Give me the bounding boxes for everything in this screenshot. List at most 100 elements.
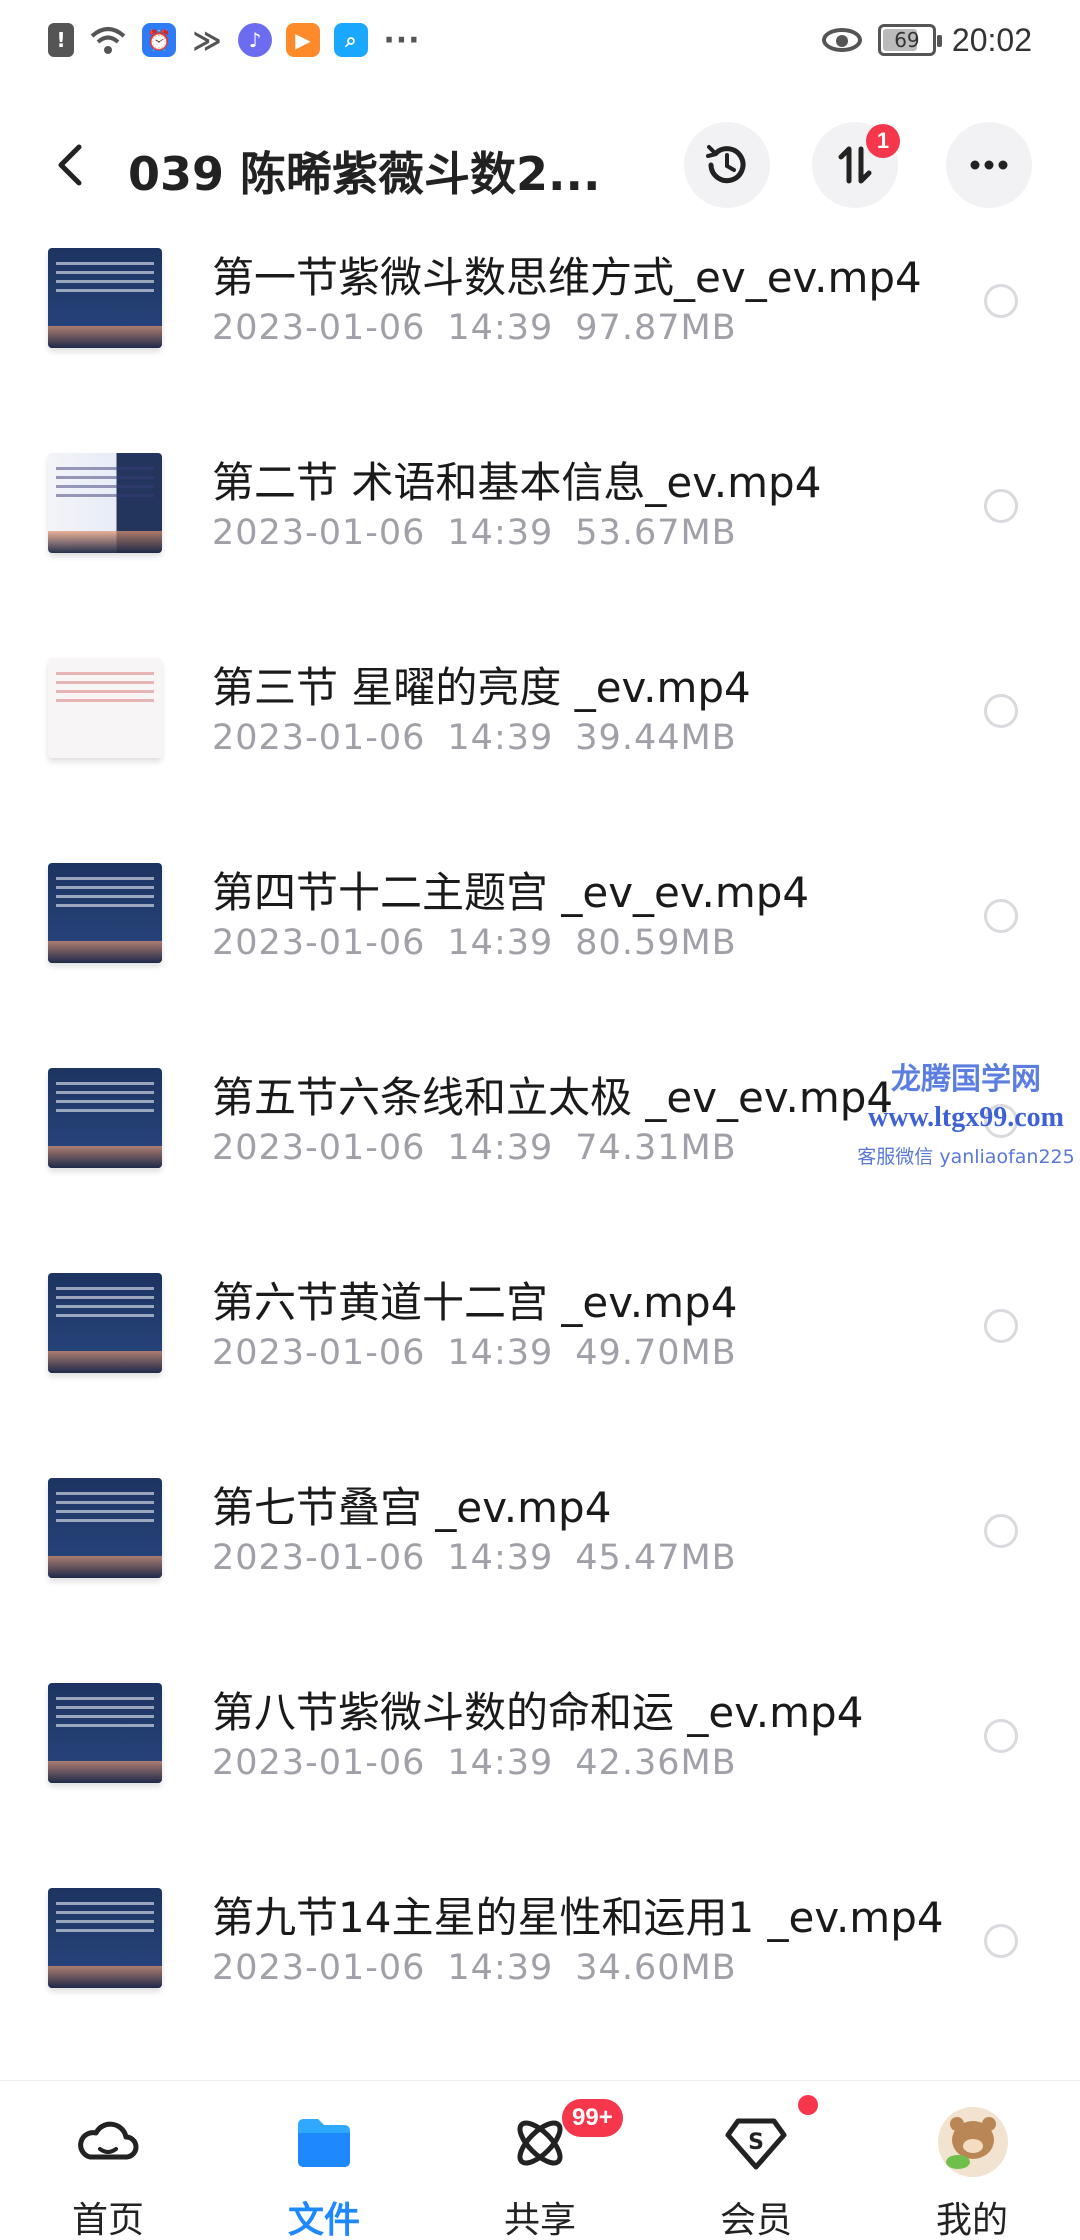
home-cloud-icon bbox=[74, 2109, 142, 2177]
file-time: 14:39 bbox=[447, 1948, 554, 1988]
more-horizontal-icon bbox=[970, 160, 1008, 170]
video-thumbnail bbox=[48, 248, 162, 348]
more-options-button[interactable] bbox=[946, 122, 1032, 208]
file-time: 14:39 bbox=[447, 1743, 554, 1783]
select-radio[interactable] bbox=[984, 489, 1018, 523]
transfer-list-button[interactable]: 1 bbox=[812, 122, 900, 208]
file-date: 2023-01-06 bbox=[212, 718, 426, 758]
file-date: 2023-01-06 bbox=[212, 513, 426, 553]
file-size: 39.44MB bbox=[575, 718, 737, 758]
file-row[interactable]: 第九节14主星的星性和运用1 _ev.mp4 2023-01-06 14:39 34.… bbox=[0, 1850, 1080, 2055]
select-radio[interactable] bbox=[984, 694, 1018, 728]
bottom-nav: 首页 文件 99+ 共享 S 会员 我的 bbox=[0, 2080, 1080, 2240]
file-row[interactable]: 第七节叠宫 _ev.mp4 2023-01-06 14:39 45.47MB bbox=[0, 1440, 1080, 1645]
file-row[interactable]: 第一节紫微斗数思维方式_ev_ev.mp4 2023-01-06 14:39 97.8… bbox=[0, 230, 1080, 415]
select-radio[interactable] bbox=[984, 1309, 1018, 1343]
more-dots-icon: ··· bbox=[383, 22, 421, 58]
nav-profile[interactable]: 我的 bbox=[864, 2081, 1080, 2240]
file-date: 2023-01-06 bbox=[212, 1743, 426, 1783]
nav-files-label: 文件 bbox=[287, 2200, 360, 2240]
file-row[interactable]: 第十节紫微星_ev.mp4 bbox=[0, 2055, 1080, 2080]
file-time: 14:39 bbox=[447, 1538, 554, 1578]
file-name: 第六节黄道十二宫 _ev.mp4 bbox=[212, 1278, 738, 1327]
vip-diamond-icon: S bbox=[722, 2109, 790, 2177]
history-clock-icon bbox=[706, 145, 746, 184]
chevron-left-icon bbox=[58, 144, 82, 186]
file-meta: 2023-01-06 14:39 80.59MB bbox=[212, 923, 759, 963]
status-bar: ! ⏰ ≫ ♪ ▶ ⌕ ··· 69 20:02 bbox=[0, 0, 1080, 80]
file-date: 2023-01-06 bbox=[212, 1538, 426, 1578]
file-name: 第八节紫微斗数的命和运 _ev.mp4 bbox=[212, 1688, 864, 1737]
back-button[interactable] bbox=[40, 135, 100, 195]
file-row[interactable]: 第四节十二主题宫 _ev_ev.mp4 2023-01-06 14:39 80.59M… bbox=[0, 825, 1080, 1030]
svg-text:S: S bbox=[748, 2130, 764, 2155]
file-meta: 2023-01-06 14:39 74.31MB bbox=[212, 1128, 759, 1168]
file-size: 42.36MB bbox=[575, 1743, 737, 1783]
file-meta: 2023-01-06 14:39 34.60MB bbox=[212, 1948, 759, 1988]
status-bar-notifications: ! ⏰ ≫ ♪ ▶ ⌕ ··· bbox=[48, 18, 422, 62]
file-time: 14:39 bbox=[447, 513, 554, 553]
file-meta: 2023-01-06 14:39 53.67MB bbox=[212, 513, 759, 553]
wifi-icon bbox=[88, 23, 128, 57]
video-thumbnail bbox=[48, 658, 162, 758]
link-app-icon: ≫ bbox=[192, 23, 222, 57]
file-time: 14:39 bbox=[447, 923, 554, 963]
file-date: 2023-01-06 bbox=[212, 1333, 426, 1373]
eye-comfort-icon bbox=[821, 28, 862, 52]
video-thumbnail bbox=[48, 1478, 162, 1578]
avatar-icon bbox=[938, 2107, 1008, 2177]
file-name: 第三节 星曜的亮度 _ev.mp4 bbox=[212, 663, 751, 712]
select-radio[interactable] bbox=[984, 1924, 1018, 1958]
file-row[interactable]: 第二节 术语和基本信息_ev.mp4 2023-01-06 14:39 53.67MB bbox=[0, 415, 1080, 620]
nav-vip[interactable]: S 会员 bbox=[648, 2081, 864, 2240]
video-thumbnail bbox=[48, 453, 162, 553]
file-meta: 2023-01-06 14:39 97.87MB bbox=[212, 308, 759, 348]
nav-home-label: 首页 bbox=[71, 2200, 144, 2240]
file-row[interactable]: 第六节黄道十二宫 _ev.mp4 2023-01-06 14:39 49.70MB bbox=[0, 1235, 1080, 1440]
nav-vip-label: 会员 bbox=[719, 2200, 792, 2240]
search-app-icon: ⌕ bbox=[334, 23, 368, 57]
file-name: 第七节叠宫 _ev.mp4 bbox=[212, 1483, 612, 1532]
share-count-badge: 99+ bbox=[562, 2099, 623, 2137]
nav-share-label: 共享 bbox=[503, 2200, 576, 2240]
file-list[interactable]: 第一节紫微斗数思维方式_ev_ev.mp4 2023-01-06 14:39 97.8… bbox=[0, 230, 1080, 2080]
file-date: 2023-01-06 bbox=[212, 308, 426, 348]
file-time: 14:39 bbox=[447, 1128, 554, 1168]
select-radio[interactable] bbox=[984, 284, 1018, 318]
select-radio[interactable] bbox=[984, 1514, 1018, 1548]
music-app-icon: ♪ bbox=[238, 23, 272, 57]
file-size: 74.31MB bbox=[575, 1128, 737, 1168]
alarm-app-icon: ⏰ bbox=[142, 23, 176, 57]
select-radio[interactable] bbox=[984, 899, 1018, 933]
file-size: 34.60MB bbox=[575, 1948, 737, 1988]
file-row[interactable]: 第三节 星曜的亮度 _ev.mp4 2023-01-06 14:39 39.44MB bbox=[0, 620, 1080, 825]
nav-files[interactable]: 文件 bbox=[216, 2081, 432, 2240]
file-size: 45.47MB bbox=[575, 1538, 737, 1578]
alert-icon: ! bbox=[48, 23, 74, 57]
file-name: 第四节十二主题宫 _ev_ev.mp4 bbox=[212, 868, 810, 917]
nav-home[interactable]: 首页 bbox=[0, 2081, 216, 2240]
select-radio[interactable] bbox=[984, 1719, 1018, 1753]
file-size: 49.70MB bbox=[575, 1333, 737, 1373]
file-meta: 2023-01-06 14:39 39.44MB bbox=[212, 718, 759, 758]
video-thumbnail bbox=[48, 863, 162, 963]
file-meta: 2023-01-06 14:39 45.47MB bbox=[212, 1538, 759, 1578]
file-meta: 2023-01-06 14:39 49.70MB bbox=[212, 1333, 759, 1373]
file-row[interactable]: 第八节紫微斗数的命和运 _ev.mp4 2023-01-06 14:39 42.36M… bbox=[0, 1645, 1080, 1850]
file-date: 2023-01-06 bbox=[212, 923, 426, 963]
file-name: 第一节紫微斗数思维方式_ev_ev.mp4 bbox=[212, 253, 922, 302]
file-meta: 2023-01-06 14:39 42.36MB bbox=[212, 1743, 759, 1783]
transfer-count-badge: 1 bbox=[866, 124, 900, 158]
file-size: 97.87MB bbox=[575, 308, 737, 348]
video-thumbnail bbox=[48, 1888, 162, 1988]
history-button[interactable] bbox=[684, 122, 770, 208]
battery-icon: 69 bbox=[877, 24, 942, 56]
file-row[interactable]: 第五节六条线和立太极 _ev_ev.mp4 2023-01-06 14:39 74.3… bbox=[0, 1030, 1080, 1235]
select-radio[interactable] bbox=[984, 1104, 1018, 1138]
file-name: 第二节 术语和基本信息_ev.mp4 bbox=[212, 458, 822, 507]
file-date: 2023-01-06 bbox=[212, 1948, 426, 1988]
clock: 20:02 bbox=[951, 21, 1032, 58]
nav-share[interactable]: 99+ 共享 bbox=[432, 2081, 648, 2240]
page-title: 039 陈晞紫薇斗数2... bbox=[128, 147, 601, 201]
video-app-icon: ▶ bbox=[286, 23, 320, 57]
